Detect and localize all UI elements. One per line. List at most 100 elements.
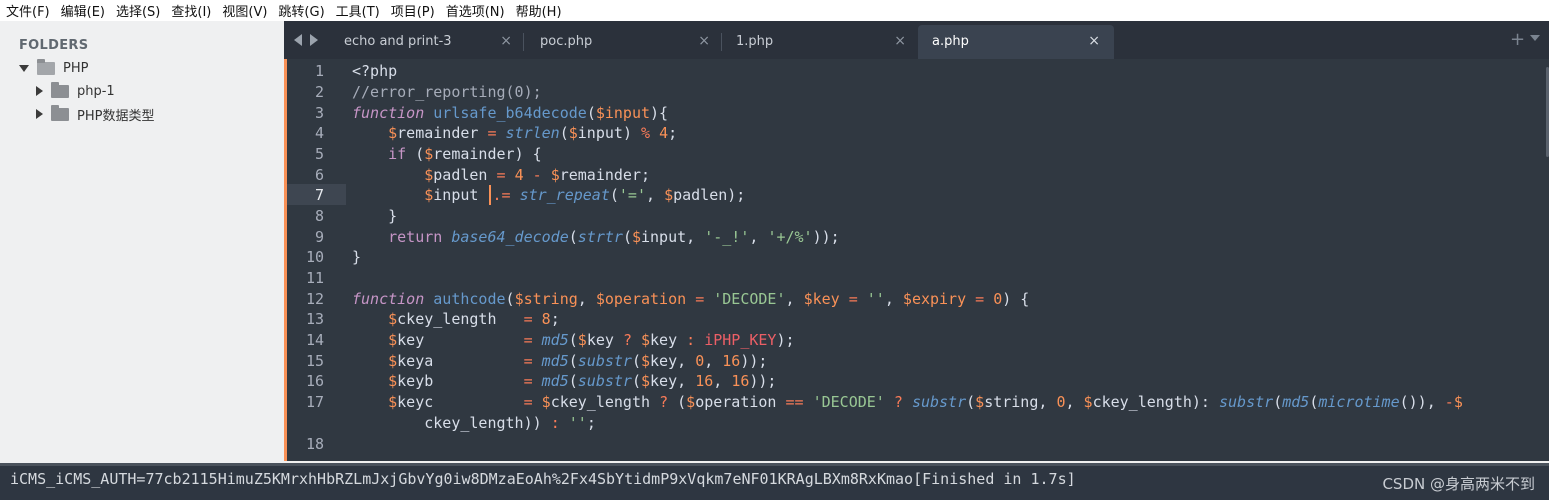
menu-goto[interactable]: 跳转(G) bbox=[278, 1, 324, 20]
code-token: $ bbox=[388, 124, 398, 142]
code-token: = bbox=[848, 290, 858, 308]
code-token: strlen bbox=[505, 124, 560, 142]
code-token: ( bbox=[568, 331, 578, 349]
code-token: ; bbox=[550, 310, 560, 328]
code-token: $ bbox=[388, 331, 398, 349]
code-token: ( bbox=[668, 393, 687, 411]
code-token: ( bbox=[622, 228, 632, 246]
code-token: $ bbox=[388, 310, 398, 328]
code-token: = bbox=[975, 290, 985, 308]
code-token: )); bbox=[749, 372, 777, 390]
code-token: ( bbox=[568, 228, 578, 246]
code-editor[interactable]: 1 2 3 4 5 6 7 8 9 10 11 12 13 14 15 16 1… bbox=[284, 59, 1549, 461]
code-token: ); bbox=[776, 331, 795, 349]
tab-echo-and-print-3[interactable]: echo and print-3 × bbox=[324, 25, 522, 59]
code-token: remainder bbox=[433, 145, 515, 163]
tab-1-php[interactable]: 1.php × bbox=[716, 25, 916, 59]
code-token: $ bbox=[641, 352, 651, 370]
code-line: function urlsafe_b64decode($input){ bbox=[352, 103, 668, 124]
build-output-text: iCMS_iCMS_AUTH=77cb2115HimuZ5KMrxhHbRZLm… bbox=[10, 470, 1076, 488]
tab-nav-right-icon[interactable] bbox=[310, 34, 318, 46]
code-line: if ($remainder) { bbox=[352, 144, 542, 165]
code-token: //error_reporting(0); bbox=[352, 83, 542, 101]
chevron-down-icon[interactable] bbox=[1530, 35, 1540, 41]
menu-tools[interactable]: 工具(T) bbox=[336, 1, 380, 20]
code-token: ; bbox=[668, 124, 678, 142]
code-token: input bbox=[433, 186, 479, 204]
line-number: 2 bbox=[314, 83, 324, 101]
code-line: //error_reporting(0); bbox=[352, 82, 542, 103]
line-number: 16 bbox=[305, 372, 324, 390]
line-number: 4 bbox=[314, 124, 324, 142]
menu-selection[interactable]: 选择(S) bbox=[116, 1, 160, 20]
code-token: $ bbox=[631, 228, 641, 246]
code-token: substr bbox=[577, 372, 632, 390]
code-token: .= bbox=[492, 186, 511, 204]
menu-find[interactable]: 查找(I) bbox=[171, 1, 211, 20]
code-token: $ bbox=[902, 290, 912, 308]
tab-label: poc.php bbox=[540, 34, 593, 49]
sidebar: FOLDERS PHP php-1 PHP数据类型 bbox=[0, 21, 284, 463]
output-panel: iCMS_iCMS_AUTH=77cb2115HimuZ5KMrxhHbRZLm… bbox=[0, 463, 1549, 500]
close-icon[interactable]: × bbox=[698, 33, 710, 49]
line-number: 10 bbox=[305, 248, 324, 266]
tab-bar: echo and print-3 × poc.php × 1.php × a.p… bbox=[284, 21, 1549, 59]
line-number: 9 bbox=[314, 228, 324, 246]
code-token: ? bbox=[622, 331, 632, 349]
code-token: ( bbox=[586, 104, 596, 122]
menu-view[interactable]: 视图(V) bbox=[222, 1, 267, 20]
line-number: 13 bbox=[305, 310, 324, 328]
close-icon[interactable]: × bbox=[1088, 33, 1100, 49]
menu-project[interactable]: 项目(P) bbox=[391, 1, 435, 20]
close-icon[interactable]: × bbox=[500, 33, 512, 49]
code-token: $ bbox=[975, 393, 985, 411]
code-token: , bbox=[884, 290, 903, 308]
sidebar-folder-php[interactable]: PHP bbox=[19, 58, 88, 78]
sidebar-folder-php-1[interactable]: php-1 bbox=[34, 81, 115, 101]
code-token: '=' bbox=[618, 186, 646, 204]
code-token: , bbox=[704, 352, 723, 370]
code-token: 4 bbox=[514, 166, 524, 184]
code-token: input bbox=[604, 104, 651, 122]
code-line: $ckey_length = 8; bbox=[352, 309, 560, 330]
tab-poc-php[interactable]: poc.php × bbox=[520, 25, 720, 59]
tab-a-php[interactable]: a.php × bbox=[918, 25, 1114, 59]
code-token: substr bbox=[577, 352, 632, 370]
code-token: ckey_length bbox=[397, 310, 524, 328]
code-token: remainder bbox=[397, 124, 479, 142]
code-token: 0 bbox=[993, 290, 1003, 308]
code-token: keyb bbox=[397, 372, 524, 390]
tab-nav-left-icon[interactable] bbox=[294, 34, 302, 46]
menu-edit[interactable]: 编辑(E) bbox=[61, 1, 105, 20]
code-token: % bbox=[641, 124, 651, 142]
code-token: , bbox=[785, 290, 804, 308]
code-line: $padlen = 4 - $remainder; bbox=[352, 165, 650, 186]
close-icon[interactable]: × bbox=[894, 33, 906, 49]
code-token: md5 bbox=[1282, 393, 1310, 411]
code-line: $key = md5($key ? $key : iPHP_KEY); bbox=[352, 330, 795, 351]
chevron-right-icon[interactable] bbox=[36, 86, 43, 96]
chevron-down-icon[interactable] bbox=[19, 64, 29, 72]
code-token: = bbox=[487, 124, 497, 142]
code-token: expiry bbox=[911, 290, 967, 308]
menu-preferences[interactable]: 首选项(N) bbox=[446, 1, 505, 20]
tab-label: a.php bbox=[932, 34, 969, 49]
menu-help[interactable]: 帮助(H) bbox=[516, 1, 562, 20]
add-tab-icon[interactable]: + bbox=[1510, 29, 1525, 50]
code-token: input bbox=[577, 124, 623, 142]
watermark-text: CSDN @身高两米不到 bbox=[1382, 475, 1535, 493]
chevron-right-icon[interactable] bbox=[36, 109, 43, 119]
sidebar-folder-php-types[interactable]: PHP数据类型 bbox=[34, 104, 154, 124]
code-line: return base64_decode(strtr($input, '-_!'… bbox=[352, 227, 840, 248]
code-token: )); bbox=[812, 228, 840, 246]
menu-file[interactable]: 文件(F) bbox=[6, 1, 50, 20]
line-number: 12 bbox=[305, 290, 324, 308]
code-token: $ bbox=[388, 393, 398, 411]
